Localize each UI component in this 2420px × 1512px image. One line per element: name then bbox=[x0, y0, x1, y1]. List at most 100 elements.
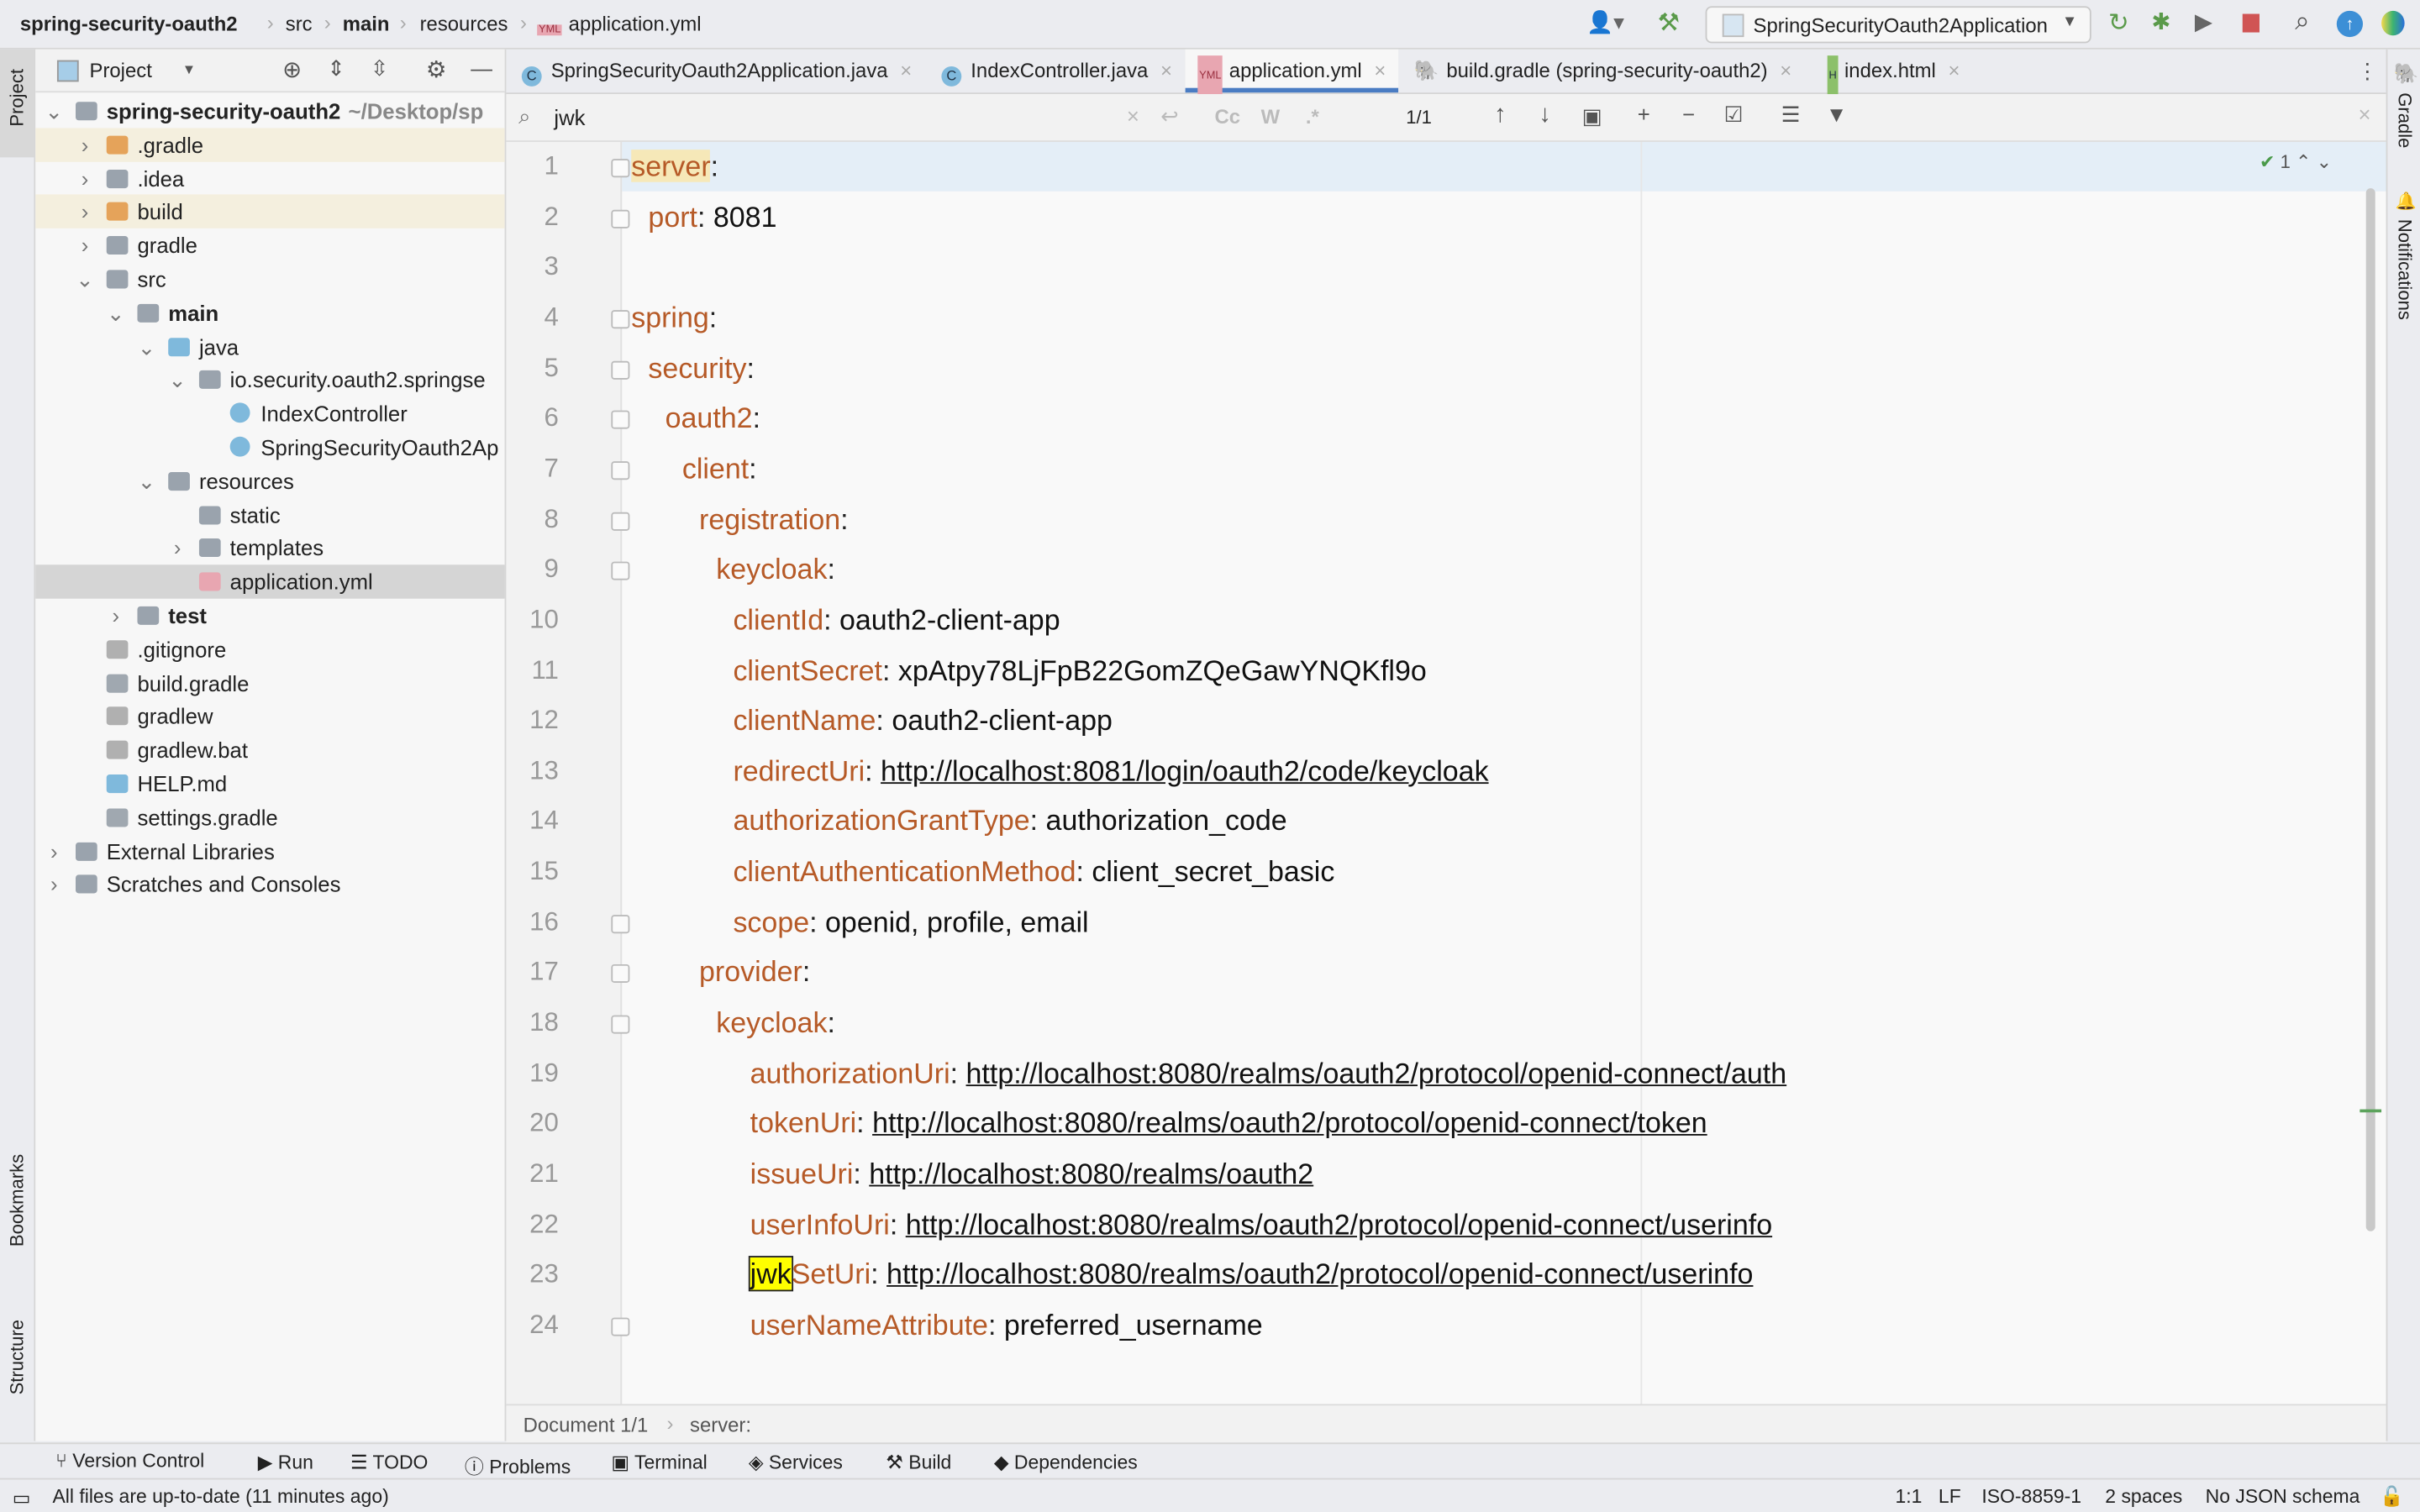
terminal-tab[interactable]: ▣ Terminal bbox=[611, 1451, 707, 1473]
chevron-right-icon[interactable]: › bbox=[45, 834, 63, 868]
tree-item[interactable]: ⌄ spring-security-oauth2 ~/Desktop/sp bbox=[35, 94, 504, 128]
close-tab-icon[interactable]: × bbox=[1374, 59, 1386, 82]
url-value[interactable]: http://localhost:8080/realms/oauth2/prot… bbox=[886, 1257, 1753, 1290]
fold-marker-icon[interactable] bbox=[611, 561, 630, 580]
url-value[interactable]: http://localhost:8080/realms/oauth2/prot… bbox=[966, 1057, 1787, 1089]
collapse-all-icon[interactable]: ⇳ bbox=[371, 55, 389, 81]
fold-marker-icon[interactable] bbox=[611, 310, 630, 329]
fold-marker-icon[interactable] bbox=[611, 964, 630, 984]
user-icon[interactable]: 👤▾ bbox=[1586, 9, 1624, 35]
fold-marker-icon[interactable] bbox=[611, 360, 630, 380]
run-configuration-select[interactable]: SpringSecurityOauth2Application ▼ bbox=[1705, 6, 2091, 44]
gear-icon[interactable]: ⚙ bbox=[426, 55, 447, 83]
structure-tool-button[interactable]: Structure bbox=[6, 1320, 28, 1394]
chevron-right-icon[interactable]: › bbox=[76, 161, 94, 195]
breadcrumb-main[interactable]: main bbox=[343, 13, 390, 36]
tree-item[interactable]: › templates bbox=[35, 532, 504, 565]
expand-all-icon[interactable]: ⇕ bbox=[327, 55, 345, 81]
fold-marker-icon[interactable] bbox=[611, 209, 630, 228]
url-value[interactable]: http://localhost:8081/login/oauth2/code/… bbox=[881, 754, 1489, 787]
build-hammer-icon[interactable]: ⚒ bbox=[1658, 8, 1680, 39]
vertical-scrollbar[interactable] bbox=[2365, 188, 2375, 1231]
tree-item[interactable]: › test bbox=[35, 599, 504, 633]
locate-file-icon[interactable]: ⊕ bbox=[282, 55, 302, 83]
tab-build[interactable]: 🐘 build.gradle (spring-security-oauth2) × bbox=[1413, 50, 1791, 92]
fold-marker-icon[interactable] bbox=[611, 460, 630, 480]
breadcrumb-resources[interactable]: resources bbox=[420, 13, 508, 36]
breadcrumb-project[interactable]: spring-security-oauth2 bbox=[20, 13, 238, 36]
file-encoding[interactable]: ISO-8859-1 bbox=[1981, 1486, 2081, 1508]
breadcrumb-src[interactable]: src bbox=[286, 13, 313, 36]
bookmarks-tool-button[interactable]: Bookmarks bbox=[6, 1154, 28, 1247]
url-value[interactable]: http://localhost:8080/realms/oauth2 bbox=[869, 1158, 1313, 1190]
breadcrumb-document[interactable]: Document 1/1 bbox=[523, 1413, 649, 1436]
tree-item[interactable]: › build bbox=[35, 195, 505, 229]
update-icon[interactable]: ↑ bbox=[2336, 10, 2364, 38]
caret-position[interactable]: 1:1 bbox=[1896, 1486, 1923, 1508]
new-line-icon[interactable]: ↩ bbox=[1160, 103, 1179, 129]
coverage-icon[interactable]: ▶ bbox=[2195, 8, 2212, 35]
close-tab-icon[interactable]: × bbox=[900, 59, 912, 82]
inspection-widget[interactable]: ✔ 1 ⌃ ⌄ bbox=[2260, 151, 2332, 173]
problems-tab[interactable]: ⓘ Problems bbox=[465, 1451, 571, 1480]
indent-setting[interactable]: 2 spaces bbox=[2105, 1486, 2182, 1508]
project-tool-button[interactable]: Project bbox=[0, 49, 34, 158]
breadcrumb-file[interactable]: YML application.yml bbox=[537, 13, 702, 36]
tree-item[interactable]: › .idea bbox=[35, 161, 504, 195]
version-control-tab[interactable]: ⑂ Version Control bbox=[55, 1451, 204, 1473]
tree-item[interactable]: › Scratches and Consoles bbox=[35, 868, 504, 901]
fold-marker-icon[interactable] bbox=[611, 1317, 630, 1336]
previous-occurrence-icon[interactable]: ↑ bbox=[1494, 102, 1507, 129]
tab-springsecurityoauth2application[interactable]: C SpringSecurityOauth2Application.java × bbox=[521, 50, 912, 92]
next-occurrence-icon[interactable]: ↓ bbox=[1539, 102, 1551, 129]
chevron-down-icon[interactable]: ⌄ bbox=[137, 329, 156, 363]
dependencies-tab[interactable]: ◆ Dependencies bbox=[994, 1451, 1138, 1473]
close-tab-icon[interactable]: × bbox=[1949, 59, 1960, 82]
tree-item[interactable]: › External Libraries bbox=[35, 834, 504, 868]
chevron-down-icon[interactable]: ▼ bbox=[182, 61, 196, 76]
url-value[interactable]: http://localhost:8080/realms/oauth2/prot… bbox=[906, 1207, 1772, 1240]
toggle-tool-windows-icon[interactable]: ▭ bbox=[13, 1486, 31, 1509]
url-value[interactable]: http://localhost:8080/realms/oauth2/prot… bbox=[872, 1107, 1707, 1140]
filter-search-icon[interactable]: ☰ bbox=[1781, 102, 1801, 128]
tree-item[interactable]: build.gradle bbox=[35, 666, 504, 700]
fold-marker-icon[interactable] bbox=[611, 511, 630, 531]
line-separator[interactable]: LF bbox=[1939, 1486, 1961, 1508]
tab-indexcontroller[interactable]: C IndexController.java × bbox=[941, 50, 1172, 92]
todo-tab[interactable]: ☰ TODO bbox=[350, 1451, 428, 1473]
chevron-down-icon[interactable]: ⌄ bbox=[107, 296, 125, 329]
tree-item[interactable]: ⌄ src bbox=[35, 262, 504, 296]
chevron-right-icon[interactable]: › bbox=[76, 128, 94, 161]
words-toggle[interactable]: W bbox=[1261, 105, 1281, 129]
rerun-icon[interactable]: ↻ bbox=[2108, 8, 2129, 39]
tree-item[interactable]: application.yml bbox=[35, 564, 505, 599]
tree-item[interactable]: › .gradle bbox=[35, 128, 505, 162]
fold-marker-icon[interactable] bbox=[611, 914, 630, 933]
select-all-occurrences-icon[interactable]: ☑ bbox=[1724, 102, 1744, 128]
notifications-tool-button[interactable]: Notifications bbox=[2394, 219, 2416, 320]
more-tabs-icon[interactable]: ⋮ bbox=[2357, 59, 2379, 85]
tree-item[interactable]: settings.gradle bbox=[35, 801, 504, 834]
lock-icon[interactable]: 🔓 bbox=[2380, 1486, 2404, 1509]
add-occurrence-icon[interactable]: + bbox=[1638, 102, 1650, 126]
tree-item[interactable]: ⌄ java bbox=[35, 329, 504, 363]
tree-item[interactable]: IndexController bbox=[35, 396, 504, 430]
debug-icon[interactable]: ✱ bbox=[2151, 8, 2170, 35]
tab-index[interactable]: Hindex.html × bbox=[1827, 50, 1960, 97]
build-tab[interactable]: ⚒ Build bbox=[886, 1451, 951, 1473]
services-tab[interactable]: ◈ Services bbox=[749, 1451, 843, 1473]
code-with-me-icon[interactable] bbox=[2381, 10, 2405, 36]
tree-item[interactable]: .gitignore bbox=[35, 633, 504, 666]
chevron-down-icon[interactable]: ⌄ bbox=[45, 94, 63, 128]
chevron-right-icon[interactable]: › bbox=[76, 228, 94, 262]
tree-item[interactable]: SpringSecurityOauth2Ap bbox=[35, 430, 504, 464]
status-message[interactable]: All files are up-to-date (11 minutes ago… bbox=[52, 1486, 388, 1508]
chevron-down-icon[interactable]: ⌄ bbox=[168, 363, 187, 396]
run-tab[interactable]: ▶ Run bbox=[258, 1451, 313, 1473]
tree-item[interactable]: HELP.md bbox=[35, 767, 504, 801]
chevron-right-icon[interactable]: › bbox=[168, 532, 187, 565]
gradle-tool-button[interactable]: Gradle bbox=[2394, 92, 2416, 148]
close-tab-icon[interactable]: × bbox=[1160, 59, 1172, 82]
search-input[interactable]: jwk bbox=[554, 105, 585, 129]
close-tab-icon[interactable]: × bbox=[1780, 59, 1791, 82]
